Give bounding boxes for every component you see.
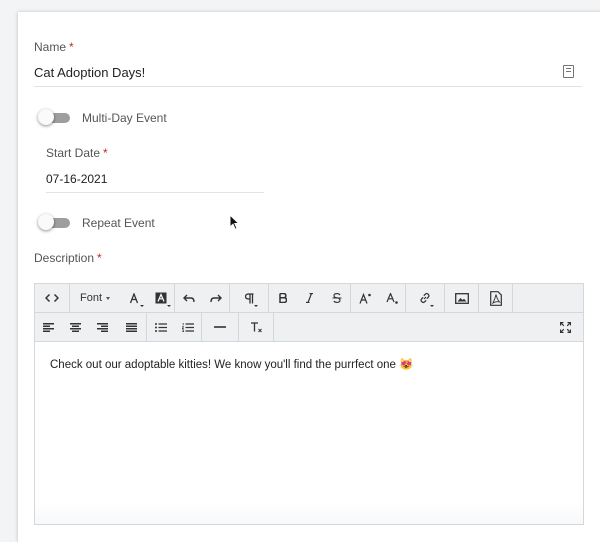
toolbar-group bbox=[406, 284, 445, 312]
description-text: Check out our adoptable kitties! We know… bbox=[50, 359, 414, 371]
toolbar-group bbox=[147, 313, 202, 341]
toolbar-group bbox=[35, 313, 147, 341]
rich-text-editor: Font Check out our adoptable kitties! We… bbox=[34, 283, 584, 525]
background-color-icon[interactable] bbox=[147, 284, 174, 312]
start-date-value: 07-16-2021 bbox=[46, 172, 108, 186]
name-value: Cat Adoption Days! bbox=[34, 65, 146, 80]
multi-day-toggle[interactable] bbox=[18, 109, 70, 127]
toolbar-group bbox=[445, 284, 513, 312]
toolbar-group: Font bbox=[70, 284, 175, 312]
toolbar-group bbox=[175, 284, 230, 312]
event-form-card: Name * Cat Adoption Days! Multi-Day Event… bbox=[18, 12, 600, 542]
italic-icon[interactable] bbox=[296, 284, 323, 312]
toolbar-row: Font bbox=[35, 284, 583, 313]
code-view-icon[interactable] bbox=[35, 284, 69, 312]
redo-icon[interactable] bbox=[202, 284, 229, 312]
editor-toolbar: Font bbox=[35, 284, 583, 342]
numbered-list-icon[interactable] bbox=[174, 313, 201, 341]
toggle-knob bbox=[38, 109, 54, 125]
dropdown-arrow-icon bbox=[254, 305, 258, 307]
toolbar-group bbox=[239, 313, 274, 341]
dropdown-arrow-icon bbox=[430, 305, 434, 307]
insert-pdf-icon[interactable] bbox=[479, 284, 513, 312]
dropdown-arrow-icon bbox=[167, 305, 171, 307]
strikethrough-icon[interactable] bbox=[323, 284, 350, 312]
align-center-icon[interactable] bbox=[62, 313, 89, 341]
font-family-dropdown[interactable]: Font bbox=[70, 284, 120, 312]
description-label: Description * bbox=[34, 251, 102, 265]
horizontal-rule-icon[interactable] bbox=[202, 313, 238, 341]
toolbar-row bbox=[35, 313, 583, 341]
multi-day-label: Multi-Day Event bbox=[82, 111, 167, 125]
required-mark: * bbox=[97, 251, 102, 265]
toggle-knob bbox=[38, 214, 54, 230]
name-field[interactable]: Cat Adoption Days! bbox=[34, 62, 582, 87]
contact-card-icon[interactable] bbox=[563, 65, 574, 78]
required-mark: * bbox=[69, 40, 74, 54]
editor-content[interactable]: Check out our adoptable kitties! We know… bbox=[35, 342, 583, 524]
superscript-icon[interactable] bbox=[351, 284, 378, 312]
editor-bottom-shade bbox=[35, 502, 583, 524]
required-mark: * bbox=[103, 146, 108, 160]
paragraph-format-icon[interactable] bbox=[230, 284, 268, 312]
repeat-event-label: Repeat Event bbox=[82, 216, 155, 230]
clear-formatting-icon[interactable] bbox=[239, 313, 273, 341]
toolbar-group bbox=[202, 313, 239, 341]
subscript-icon[interactable] bbox=[378, 284, 405, 312]
insert-link-icon[interactable] bbox=[406, 284, 444, 312]
bold-icon[interactable] bbox=[269, 284, 296, 312]
name-label: Name * bbox=[34, 40, 74, 54]
toolbar-group bbox=[269, 284, 351, 312]
start-date-label: Start Date * bbox=[46, 146, 108, 160]
toolbar-group bbox=[230, 284, 269, 312]
font-family-label: Font bbox=[79, 292, 102, 304]
text-color-icon[interactable] bbox=[120, 284, 147, 312]
insert-image-icon[interactable] bbox=[445, 284, 479, 312]
mouse-cursor-icon bbox=[229, 214, 241, 230]
undo-icon[interactable] bbox=[175, 284, 202, 312]
align-right-icon[interactable] bbox=[89, 313, 116, 341]
dropdown-arrow-icon bbox=[140, 305, 144, 307]
chevron-down-icon bbox=[106, 296, 110, 300]
align-left-icon[interactable] bbox=[35, 313, 62, 341]
toolbar-group bbox=[35, 284, 70, 312]
bulleted-list-icon[interactable] bbox=[147, 313, 174, 341]
toolbar-group bbox=[351, 284, 406, 312]
repeat-event-toggle[interactable] bbox=[18, 214, 70, 232]
fullscreen-icon[interactable] bbox=[547, 313, 583, 341]
align-justify-icon[interactable] bbox=[116, 313, 146, 341]
start-date-field[interactable]: 07-16-2021 bbox=[46, 168, 264, 193]
